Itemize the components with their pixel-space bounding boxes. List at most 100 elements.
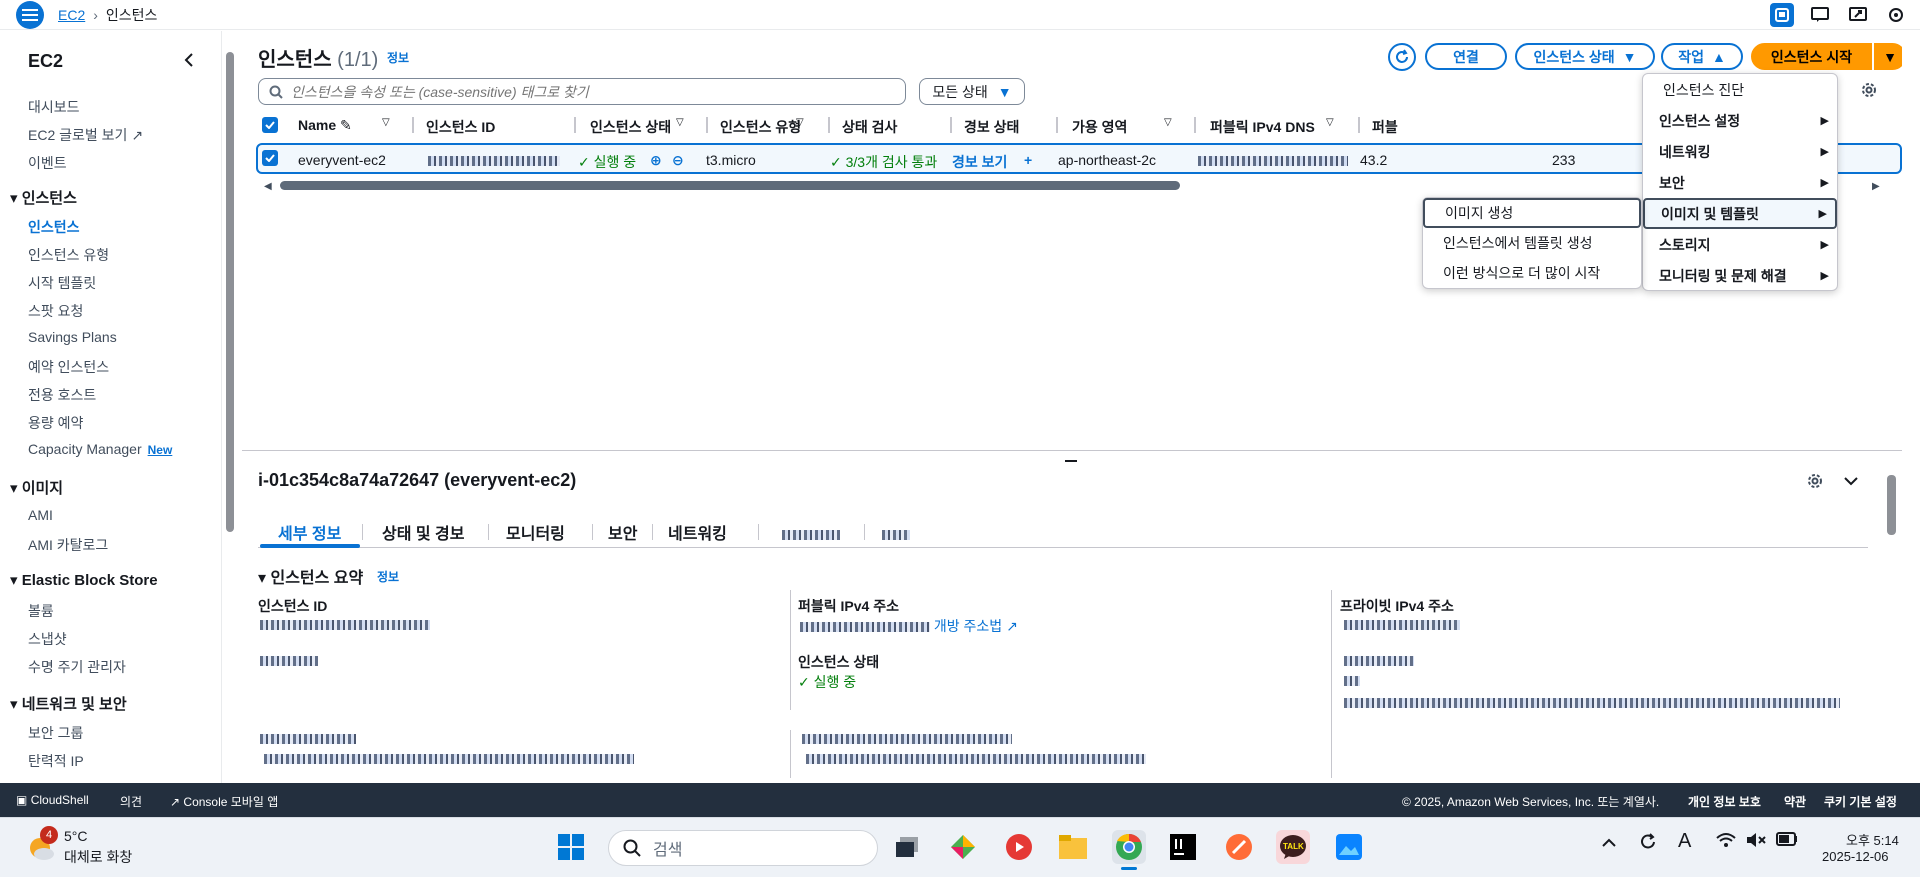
sidebar-section-images[interactable]: ▾ 이미지 (10, 477, 63, 498)
sort-caret-icon[interactable]: ▽ (676, 117, 684, 128)
sidebar-item-reserved-instances[interactable]: 예약 인스턴스 (28, 357, 109, 377)
zoom-in-icon[interactable]: ⊕ (650, 152, 662, 169)
sidebar-item-snapshots[interactable]: 스냅샷 (28, 629, 67, 649)
horizontal-scrollbar[interactable] (280, 181, 1180, 190)
connect-button[interactable]: 연결 (1425, 43, 1507, 70)
sidebar-item-spot-requests[interactable]: 스팟 요청 (28, 301, 83, 321)
menu-item-monitoring[interactable]: 모니터링 및 문제 해결 ▶ (1643, 260, 1837, 291)
kakaotalk-icon[interactable]: TALK (1276, 830, 1310, 864)
settings-badge-icon[interactable] (1884, 3, 1908, 27)
sidebar-section-instances[interactable]: ▾ 인스턴스 (10, 187, 77, 208)
submenu-item-launch-more[interactable]: 이런 방식으로 더 많이 시작 (1423, 258, 1641, 288)
sidebar-section-network[interactable]: ▾ 네트워크 및 보안 (10, 693, 127, 714)
open-address-link[interactable]: 개방 주소법 (934, 618, 1002, 634)
wifi-icon[interactable] (1716, 832, 1736, 851)
menu-item-instance-settings[interactable]: 인스턴스 설정 ▶ (1643, 105, 1837, 136)
column-public-ip[interactable]: 퍼블 (1372, 117, 1398, 137)
sidebar-item-capacity-manager[interactable]: Capacity Manager New (28, 441, 172, 457)
sync-icon[interactable] (1638, 832, 1658, 855)
select-all-checkbox[interactable] (262, 117, 278, 133)
tab-monitoring[interactable]: 모니터링 (506, 520, 565, 544)
detail-scrollbar[interactable] (1887, 475, 1896, 535)
tab-details[interactable]: 세부 정보 (278, 520, 341, 544)
breadcrumb-root[interactable]: EC2 (58, 7, 85, 23)
privacy-link[interactable]: 개인 정보 보호 (1688, 793, 1761, 810)
speaker-muted-icon[interactable] (1746, 832, 1766, 851)
sidebar-scrollbar[interactable] (226, 52, 234, 532)
row-checkbox[interactable] (262, 150, 278, 166)
terms-link[interactable]: 약관 (1784, 793, 1806, 810)
feedback-link[interactable]: 의견 (120, 793, 142, 810)
cloudshell-link[interactable]: ▣ CloudShell (16, 793, 89, 807)
actions-button[interactable]: 작업 ▲ (1661, 43, 1743, 70)
postman-icon[interactable] (1222, 830, 1256, 864)
tab-status-alarms[interactable]: 상태 및 경보 (382, 520, 465, 544)
weather-widget[interactable]: 4 (24, 826, 58, 867)
sidebar-item-dedicated-hosts[interactable]: 전용 호스트 (28, 385, 96, 405)
sidebar-item-savings-plans[interactable]: Savings Plans (28, 329, 117, 345)
private-ipv4-value-redacted[interactable] (1344, 616, 1460, 632)
refresh-button[interactable] (1388, 43, 1416, 71)
search-box[interactable] (258, 78, 906, 105)
app-colorful-icon[interactable] (946, 830, 980, 864)
menu-item-storage[interactable]: 스토리지 ▶ (1643, 229, 1837, 260)
sidebar-item-global-view[interactable]: EC2 글로벌 보기 ↗ (28, 125, 143, 145)
sidebar-item-capacity-reservations[interactable]: 용량 예약 (28, 413, 83, 433)
scroll-right-icon[interactable]: ▶ (1872, 181, 1880, 192)
column-availability-zone[interactable]: 가용 영역 (1072, 117, 1127, 137)
view-alarms-link[interactable]: 경보 보기 (952, 152, 1007, 172)
sort-caret-icon[interactable]: ▽ (796, 117, 804, 128)
battery-icon[interactable] (1776, 832, 1798, 849)
tab-security[interactable]: 보안 (608, 520, 637, 544)
column-public-dns[interactable]: 퍼블릭 IPv4 DNS (1210, 117, 1315, 137)
state-filter-select[interactable]: 모든 상태 ▼ (919, 78, 1025, 105)
sidebar-section-ebs[interactable]: ▾ Elastic Block Store (10, 571, 158, 589)
menu-item-image-templates[interactable]: 이미지 및 템플릿 ▶ (1643, 198, 1837, 229)
summary-info-link[interactable]: 정보 (377, 568, 399, 585)
tab-networking[interactable]: 네트워킹 (668, 520, 727, 544)
column-name[interactable]: Name ✎ (298, 117, 352, 134)
sidebar-item-ami-catalog[interactable]: AMI 카탈로그 (28, 535, 108, 555)
youtube-music-icon[interactable] (1002, 830, 1036, 864)
sidebar-item-ami[interactable]: AMI (28, 507, 53, 523)
sort-caret-icon[interactable]: ▽ (1326, 117, 1334, 128)
instance-id-value-redacted[interactable] (260, 616, 430, 632)
sidebar-item-elastic-ip[interactable]: 탄력적 IP (28, 751, 84, 771)
search-input[interactable] (291, 83, 871, 100)
chevron-down-icon[interactable] (1844, 474, 1858, 489)
sidebar-item-dashboard[interactable]: 대시보드 (28, 97, 80, 117)
panel-toggle-icon[interactable] (1770, 3, 1794, 27)
taskbar-clock-date[interactable]: 2025-12-06 (1822, 849, 1889, 864)
menu-item-security[interactable]: 보안 ▶ (1643, 167, 1837, 198)
photos-app-icon[interactable] (1332, 830, 1366, 864)
sidebar-item-instances[interactable]: 인스턴스 (28, 217, 80, 237)
close-sidebar-icon[interactable] (184, 53, 194, 70)
launch-dropdown-button[interactable]: ▼ (1874, 43, 1902, 70)
instance-state-button[interactable]: 인스턴스 상태 ▼ (1515, 43, 1655, 70)
sort-caret-icon[interactable]: ▽ (1164, 117, 1172, 128)
public-ipv4-value[interactable]: 개방 주소법 ↗ (800, 616, 1018, 636)
sidebar-item-launch-templates[interactable]: 시작 템플릿 (28, 273, 96, 293)
column-status-check[interactable]: 상태 검사 (842, 117, 897, 137)
task-view-icon[interactable] (890, 830, 924, 864)
chevron-up-icon[interactable] (1602, 836, 1616, 851)
sidebar-item-instance-types[interactable]: 인스턴스 유형 (28, 245, 109, 265)
submenu-item-create-image[interactable]: 이미지 생성 (1423, 198, 1641, 228)
zoom-out-icon[interactable]: ⊖ (672, 152, 684, 169)
submenu-item-create-template[interactable]: 인스턴스에서 템플릿 생성 (1423, 228, 1641, 258)
sidebar-item-volumes[interactable]: 볼륨 (28, 601, 54, 621)
mobile-app-link[interactable]: ↗ Console 모바일 앱 (170, 793, 278, 810)
menu-item-diagnose[interactable]: 인스턴스 진단 (1643, 74, 1837, 105)
file-explorer-icon[interactable] (1056, 830, 1090, 864)
feedback-icon[interactable] (1808, 3, 1832, 27)
table-settings-gear-icon[interactable] (1860, 81, 1878, 102)
sidebar-item-events[interactable]: 이벤트 (28, 153, 67, 173)
sidebar-item-lifecycle-manager[interactable]: 수명 주기 관리자 (28, 657, 126, 677)
add-alarm-icon[interactable]: + (1024, 152, 1032, 168)
info-link[interactable]: 정보 (387, 49, 409, 66)
taskbar-clock-time[interactable]: 오후 5:14 (1846, 830, 1899, 849)
menu-icon[interactable] (16, 0, 44, 29)
detail-settings-gear-icon[interactable] (1806, 472, 1824, 493)
pane-resize-handle[interactable] (1065, 460, 1077, 462)
sidebar-item-security-groups[interactable]: 보안 그룹 (28, 723, 83, 743)
